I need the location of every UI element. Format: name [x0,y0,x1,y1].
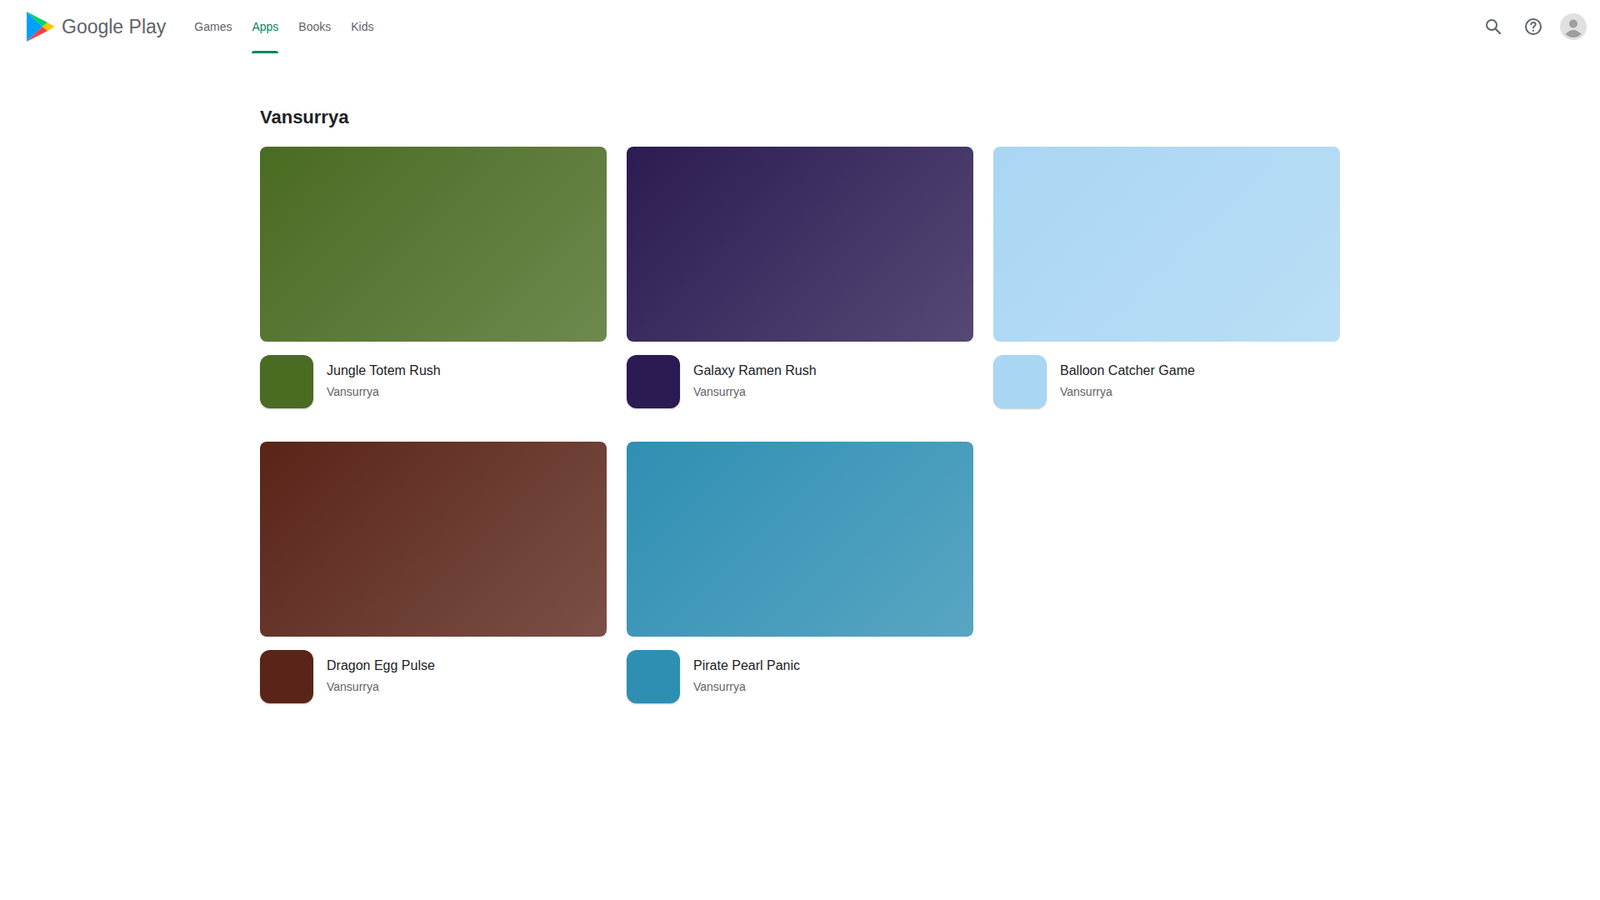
app-title[interactable]: Dragon Egg Pulse [326,656,435,675]
nav-tab[interactable]: Apps [241,0,289,54]
app-developer[interactable]: Vansurrya [693,383,817,400]
search-icon [1483,16,1504,37]
app-card[interactable]: Balloon Catcher Game Vansurrya [993,146,1340,409]
nav-tab[interactable]: Games [184,0,242,54]
search-button[interactable] [1480,13,1507,40]
app-texts: Galaxy Ramen Rush Vansurrya [693,355,817,400]
app-info: Jungle Totem Rush Vansurrya [260,355,607,409]
app-developer[interactable]: Vansurrya [1060,383,1195,400]
app-banner[interactable] [626,146,974,342]
app-texts: Balloon Catcher Game Vansurrya [1060,355,1195,400]
avatar-icon [1560,13,1587,40]
app-texts: Dragon Egg Pulse Vansurrya [326,650,435,695]
app-info: Balloon Catcher Game Vansurrya [993,355,1340,409]
app-icon[interactable] [626,650,680,704]
google-play-logo[interactable]: Google Play [25,10,166,44]
app-developer[interactable]: Vansurrya [326,383,441,400]
top-bar: Google Play GamesAppsBooksKids [0,0,1600,54]
play-triangle-icon [25,10,55,44]
app-texts: Pirate Pearl Panic Vansurrya [693,650,800,695]
app-texts: Jungle Totem Rush Vansurrya [326,355,441,400]
help-button[interactable] [1520,13,1547,40]
account-button[interactable] [1560,13,1587,40]
toolbar [1480,13,1587,40]
app-banner[interactable] [260,146,607,342]
app-card[interactable]: Jungle Totem Rush Vansurrya [260,146,607,409]
app-title[interactable]: Pirate Pearl Panic [693,656,800,675]
nav-tab[interactable]: Kids [340,0,384,54]
app-icon[interactable] [626,355,680,409]
app-info: Dragon Egg Pulse Vansurrya [260,650,607,704]
app-developer[interactable]: Vansurrya [693,678,800,695]
app-icon[interactable] [993,355,1047,409]
app-title[interactable]: Balloon Catcher Game [1060,361,1195,380]
app-title[interactable]: Jungle Totem Rush [326,361,441,380]
nav-tabs: GamesAppsBooksKids [184,0,384,54]
app-banner[interactable] [626,441,974,637]
nav-tab[interactable]: Books [288,0,341,54]
app-icon[interactable] [260,355,314,409]
app-info: Galaxy Ramen Rush Vansurrya [626,355,974,409]
app-banner[interactable] [993,146,1340,342]
app-icon[interactable] [260,650,314,704]
app-card[interactable]: Dragon Egg Pulse Vansurrya [260,441,607,704]
developer-title: Vansurrya [260,105,1340,130]
app-info: Pirate Pearl Panic Vansurrya [626,650,974,704]
developer-page: VansurryaJungle Totem RushVansurryaGalax… [260,53,1340,704]
app-card[interactable]: Galaxy Ramen Rush Vansurrya [626,146,974,409]
app-title[interactable]: Galaxy Ramen Rush [693,361,817,380]
app-banner[interactable] [260,441,607,637]
app-developer[interactable]: Vansurrya [326,678,435,695]
logo-text: Google Play [61,15,166,39]
app-card[interactable]: Pirate Pearl Panic Vansurrya [626,441,974,704]
help-icon [1523,16,1544,37]
app-grid: Jungle Totem RushVansurryaGalaxy Ramen R… [260,146,1340,704]
